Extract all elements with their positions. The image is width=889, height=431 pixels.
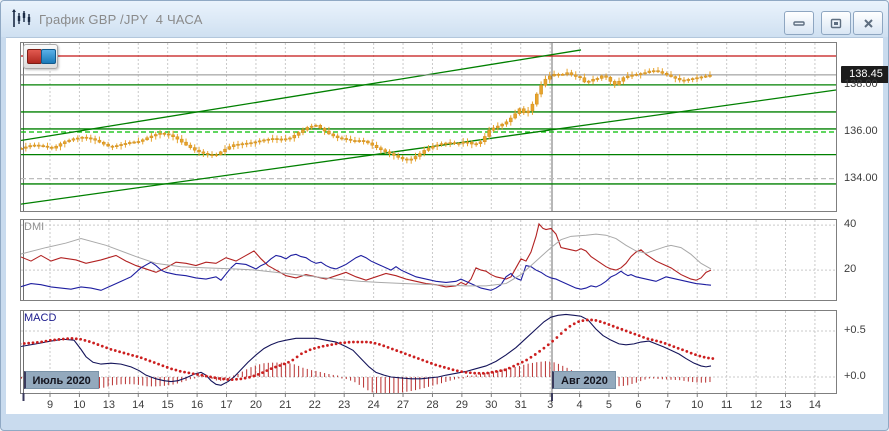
dmi-panel[interactable] bbox=[20, 219, 837, 301]
date-label: 22 bbox=[302, 399, 328, 411]
date-label: 29 bbox=[449, 399, 475, 411]
minimize-button[interactable] bbox=[784, 11, 814, 35]
chart-client-area: DMI MACD 138.45 138.00136.00134.004020+0… bbox=[6, 37, 883, 414]
close-icon bbox=[863, 18, 874, 29]
month-label-box: Июль 2020 bbox=[24, 371, 99, 389]
date-label: 14 bbox=[125, 399, 151, 411]
date-label: 5 bbox=[596, 399, 622, 411]
date-label: 10 bbox=[684, 399, 710, 411]
window-title: График GBP /JPY 4 ЧАСА bbox=[39, 12, 203, 27]
date-label: 13 bbox=[773, 399, 799, 411]
dmi-axis-label: 20 bbox=[844, 263, 856, 275]
restore-button[interactable] bbox=[821, 11, 851, 35]
macd-indicator-label: MACD bbox=[24, 312, 56, 324]
date-label: 30 bbox=[478, 399, 504, 411]
date-label: 3 bbox=[537, 399, 563, 411]
date-label: 7 bbox=[655, 399, 681, 411]
date-label: 4 bbox=[567, 399, 593, 411]
blue-marker-button[interactable] bbox=[41, 49, 56, 64]
minimize-icon bbox=[793, 18, 805, 28]
chart-icon bbox=[11, 8, 33, 30]
date-label: 14 bbox=[802, 399, 828, 411]
date-label: 21 bbox=[272, 399, 298, 411]
date-label: 17 bbox=[214, 399, 240, 411]
date-label: 11 bbox=[714, 399, 740, 411]
date-label: 16 bbox=[184, 399, 210, 411]
price-axis-label: 134.00 bbox=[844, 172, 878, 184]
date-label: 24 bbox=[361, 399, 387, 411]
date-label: 23 bbox=[331, 399, 357, 411]
title-bar: График GBP /JPY 4 ЧАСА bbox=[1, 1, 888, 37]
price-chart-panel[interactable] bbox=[20, 42, 837, 212]
date-label: 12 bbox=[743, 399, 769, 411]
date-label: 15 bbox=[155, 399, 181, 411]
date-label: 31 bbox=[508, 399, 534, 411]
date-label: 9 bbox=[37, 399, 63, 411]
date-label: 13 bbox=[96, 399, 122, 411]
price-axis-label: 136.00 bbox=[844, 125, 878, 137]
price-axis-label: 138.00 bbox=[844, 78, 878, 90]
dmi-indicator-label: DMI bbox=[24, 221, 44, 233]
marker-toolbar bbox=[23, 44, 58, 69]
red-marker-button[interactable] bbox=[27, 49, 42, 64]
date-label: 20 bbox=[243, 399, 269, 411]
date-label: 28 bbox=[419, 399, 445, 411]
macd-panel[interactable] bbox=[20, 310, 837, 394]
month-label-box: Авг 2020 bbox=[552, 371, 616, 389]
date-label: 27 bbox=[390, 399, 416, 411]
date-label: 6 bbox=[625, 399, 651, 411]
macd-axis-label: +0.0 bbox=[844, 370, 866, 382]
macd-axis-label: +0.5 bbox=[844, 324, 866, 336]
close-button[interactable] bbox=[853, 11, 883, 35]
date-label: 10 bbox=[66, 399, 92, 411]
dmi-axis-label: 40 bbox=[844, 218, 856, 230]
chart-window: График GBP /JPY 4 ЧАСА DMI MACD 138.45 1… bbox=[0, 0, 889, 431]
restore-icon bbox=[830, 18, 842, 29]
